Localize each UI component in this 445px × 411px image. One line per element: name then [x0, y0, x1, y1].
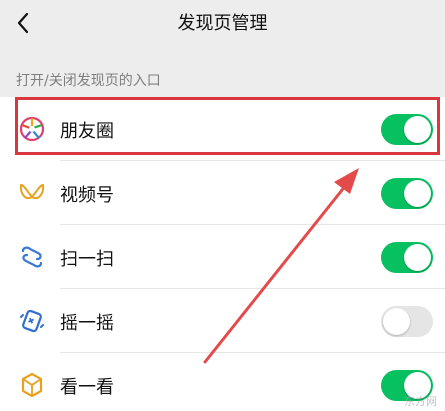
item-label-channels: 视频号: [60, 185, 114, 206]
top-stories-icon: [18, 371, 46, 399]
toggle-knob: [404, 244, 431, 271]
channels-icon: [18, 179, 46, 207]
item-label-moments: 朋友圈: [60, 121, 114, 142]
discover-entries-list: 朋友圈 视频号 扫一扫 摇一摇 看一看: [0, 97, 445, 411]
toggle-shake[interactable]: [381, 306, 433, 337]
toggle-channels[interactable]: [381, 178, 433, 209]
shake-icon: [18, 307, 46, 335]
toggle-knob: [404, 116, 431, 143]
item-label-scan: 扫一扫: [60, 249, 114, 270]
moments-icon: [18, 115, 46, 143]
navigation-bar: 发现页管理: [0, 0, 445, 50]
list-item-shake: 摇一摇: [0, 289, 445, 353]
list-item-scan: 扫一扫: [0, 225, 445, 289]
list-item-channels: 视频号: [0, 161, 445, 225]
toggle-knob: [383, 308, 410, 335]
page-title: 发现页管理: [177, 13, 268, 34]
section-label: 打开/关闭发现页的入口: [16, 73, 161, 89]
scan-icon: [18, 243, 46, 271]
toggle-knob: [404, 180, 431, 207]
item-label-shake: 摇一摇: [60, 313, 114, 334]
list-item-top-stories: 看一看: [0, 353, 445, 411]
list-item-moments: 朋友圈: [0, 97, 445, 161]
item-label-top-stories: 看一看: [60, 377, 114, 398]
toggle-moments[interactable]: [381, 114, 433, 145]
watermark: 东方网: [404, 395, 437, 408]
toggle-scan[interactable]: [381, 242, 433, 273]
